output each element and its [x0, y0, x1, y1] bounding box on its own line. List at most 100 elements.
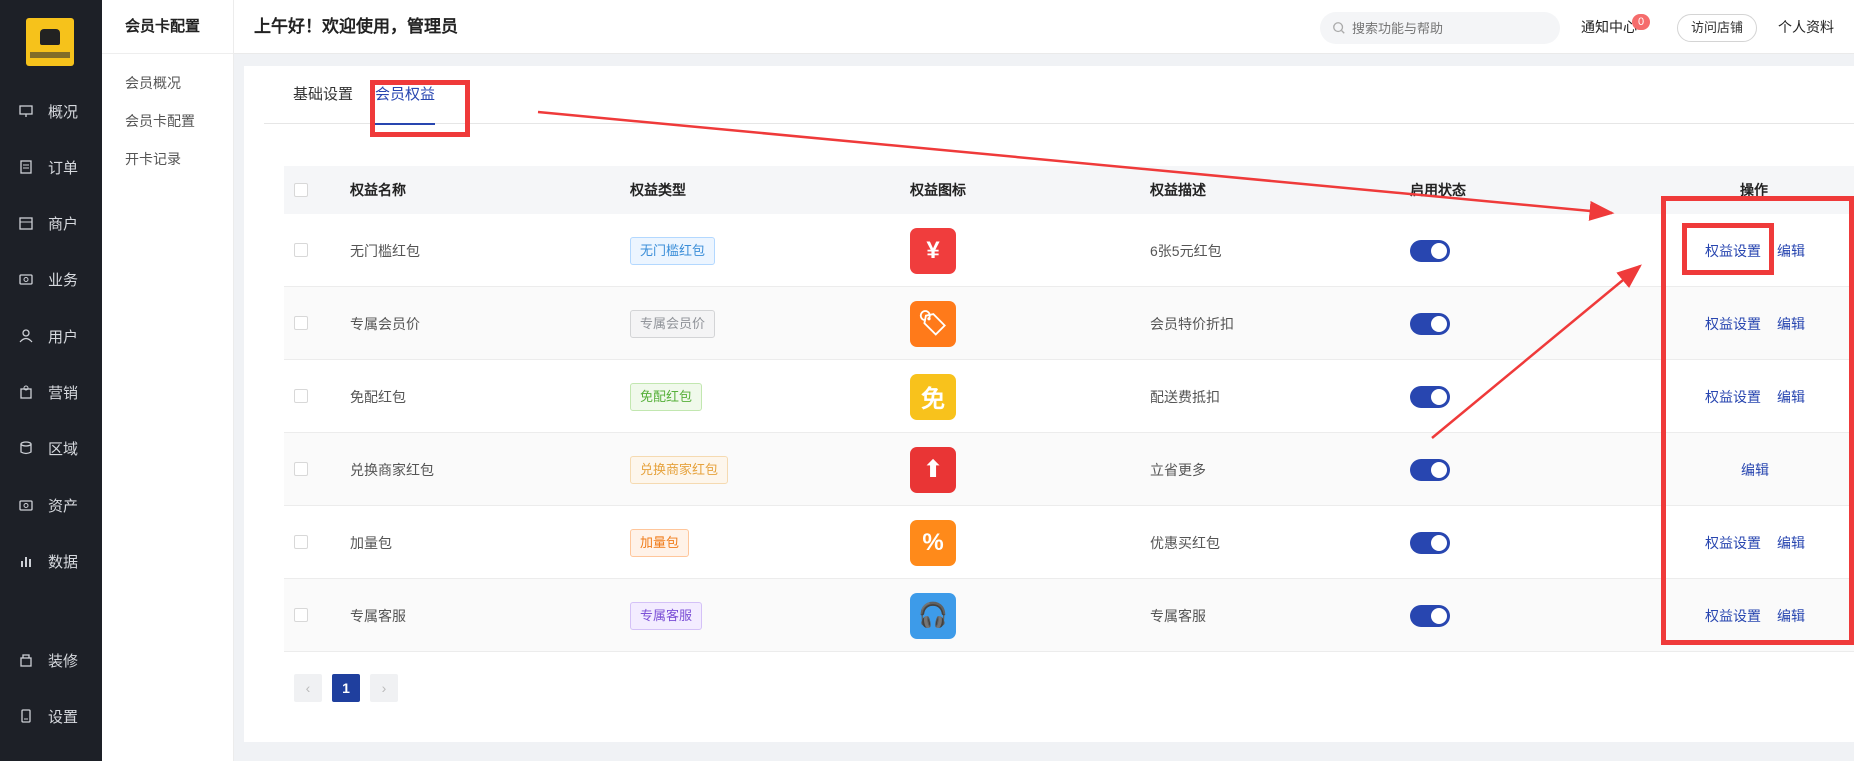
benefit-icon: ¥ — [910, 227, 956, 274]
benefit-name: 加量包 — [350, 534, 392, 551]
sidebar-item-label: 用户 — [48, 328, 79, 346]
main-sidebar: 概况订单商户业务用户营销区域资产数据装修设置 — [0, 0, 102, 761]
sidebar-item-label: 业务 — [48, 271, 79, 289]
highlight-box-tab — [370, 80, 470, 137]
content-panel: 基础设置 会员权益 权益名称 权益类型 权益图标 权益描述 启用状态 操作 无门… — [244, 66, 1854, 742]
subsidebar-item-card-config[interactable]: 会员卡配置 — [102, 102, 233, 140]
benefit-desc: 优惠买红包 — [1150, 534, 1220, 551]
row-checkbox[interactable] — [294, 535, 308, 549]
table-row: 加量包 加量包% 优惠买红包 权益设置 编辑 — [284, 506, 1854, 579]
business-icon — [18, 271, 34, 287]
sidebar-item-label: 概况 — [48, 103, 79, 121]
sidebar-item-label: 订单 — [48, 159, 79, 177]
chart-icon — [18, 553, 34, 569]
profile-link[interactable]: 个人资料 — [1778, 0, 1834, 54]
search-icon — [1333, 22, 1345, 34]
notice-center-link[interactable]: 通知中心 — [1581, 0, 1637, 54]
benefit-icon: ⬆ — [910, 446, 956, 493]
subsidebar-item-card-records[interactable]: 开卡记录 — [102, 140, 233, 178]
presentation-icon — [18, 103, 34, 119]
top-header: 上午好！欢迎使用，管理员 通知中心 0 访问店铺 个人资料 — [234, 0, 1854, 54]
row-checkbox[interactable] — [294, 243, 308, 257]
sidebar-item-5[interactable]: 营销 — [0, 372, 102, 412]
benefit-type-tag: 兑换商家红包 — [630, 455, 729, 484]
sidebar-item-label: 商户 — [48, 215, 79, 233]
benefit-type-tag: 专属客服 — [630, 601, 703, 630]
brand-logo[interactable] — [26, 18, 74, 66]
highlight-box-setting — [1682, 223, 1774, 275]
enable-toggle[interactable] — [1410, 239, 1450, 262]
benefit-desc: 配送费抵扣 — [1150, 388, 1220, 405]
sidebar-item-0[interactable]: 概况 — [0, 91, 102, 131]
tab-bar: 基础设置 会员权益 — [264, 66, 1854, 125]
table-header: 权益名称 权益类型 权益图标 权益描述 启用状态 操作 — [284, 166, 1854, 214]
sidebar-item-6[interactable]: 区域 — [0, 428, 102, 468]
row-checkbox[interactable] — [294, 389, 308, 403]
sidebar-item-label: 区域 — [48, 440, 79, 458]
region-icon — [18, 440, 34, 456]
select-all-checkbox[interactable] — [294, 183, 308, 197]
enable-toggle[interactable] — [1410, 312, 1450, 335]
sidebar-item-9[interactable]: 装修 — [0, 640, 102, 680]
page-1-button[interactable]: 1 — [332, 674, 360, 702]
asset-icon — [18, 497, 34, 513]
order-icon — [18, 159, 34, 175]
header-benefit-type: 权益类型 — [630, 182, 686, 198]
sidebar-item-label: 数据 — [48, 553, 79, 571]
sidebar-item-label: 资产 — [48, 497, 79, 515]
enable-toggle[interactable] — [1410, 385, 1450, 408]
sidebar-item-2[interactable]: 商户 — [0, 203, 102, 243]
benefit-type-tag: 加量包 — [630, 528, 690, 557]
benefit-name: 兑换商家红包 — [350, 461, 434, 478]
settings-icon — [18, 708, 34, 724]
benefit-desc: 立省更多 — [1150, 461, 1206, 478]
greeting-text: 上午好！欢迎使用，管理员 — [254, 17, 458, 36]
visit-store-button[interactable]: 访问店铺 — [1677, 14, 1757, 42]
table-row: 无门槛红包 无门槛红包 ¥6张5元红包 权益设置 编辑 — [284, 214, 1854, 287]
header-benefit-desc: 权益描述 — [1150, 182, 1206, 198]
pagination: ‹ 1 › — [294, 674, 398, 702]
benefit-type-tag: 无门槛红包 — [630, 236, 716, 265]
benefit-name: 无门槛红包 — [350, 242, 420, 259]
subsidebar-title: 会员卡配置 — [102, 0, 233, 54]
sidebar-item-1[interactable]: 订单 — [0, 147, 102, 187]
benefit-type-tag: 免配红包 — [630, 382, 703, 411]
search-input[interactable] — [1352, 20, 1542, 36]
row-checkbox[interactable] — [294, 608, 308, 622]
sidebar-item-3[interactable]: 业务 — [0, 259, 102, 299]
header-benefit-name: 权益名称 — [350, 182, 406, 198]
benefit-type-tag: 专属会员价 — [630, 309, 716, 338]
table-row: 专属会员价 专属会员价 🏷 会员特价折扣 权益设置 编辑 — [284, 287, 1854, 360]
row-checkbox[interactable] — [294, 316, 308, 330]
subsidebar-item-member-overview[interactable]: 会员概况 — [102, 64, 233, 102]
table-row: 免配红包 免配红包免配送费抵扣 权益设置 编辑 — [284, 360, 1854, 433]
enable-toggle[interactable] — [1410, 458, 1450, 481]
prev-page-button[interactable]: ‹ — [294, 674, 322, 702]
benefit-name: 专属客服 — [350, 607, 406, 624]
sidebar-item-10[interactable]: 设置 — [0, 696, 102, 736]
benefit-name: 专属会员价 — [350, 315, 420, 332]
enable-toggle[interactable] — [1410, 604, 1450, 627]
decoration-icon — [18, 652, 34, 668]
search-box[interactable] — [1320, 12, 1560, 44]
benefit-icon: 🏷 — [910, 300, 956, 347]
sidebar-item-label: 设置 — [48, 708, 79, 726]
marketing-icon — [18, 384, 34, 400]
benefit-desc: 6张5元红包 — [1150, 242, 1222, 259]
sidebar-item-4[interactable]: 用户 — [0, 316, 102, 356]
table-row: 兑换商家红包 兑换商家红包 ⬆ 立省更多 编辑 — [284, 433, 1854, 506]
benefit-desc: 专属客服 — [1150, 607, 1206, 624]
next-page-button[interactable]: › — [370, 674, 398, 702]
benefit-icon: % — [910, 519, 956, 566]
tab-basic-settings[interactable]: 基础设置 — [293, 66, 353, 124]
sidebar-item-8[interactable]: 数据 — [0, 541, 102, 581]
table-row: 专属客服 专属客服 🎧 专属客服 权益设置 编辑 — [284, 579, 1854, 652]
benefit-name: 免配红包 — [350, 388, 406, 405]
user-icon — [18, 328, 34, 344]
sidebar-item-7[interactable]: 资产 — [0, 485, 102, 525]
enable-toggle[interactable] — [1410, 531, 1450, 554]
merchant-icon — [18, 215, 34, 231]
sidebar-item-label: 装修 — [48, 652, 79, 670]
row-checkbox[interactable] — [294, 462, 308, 476]
sidebar-item-label: 营销 — [48, 384, 79, 402]
